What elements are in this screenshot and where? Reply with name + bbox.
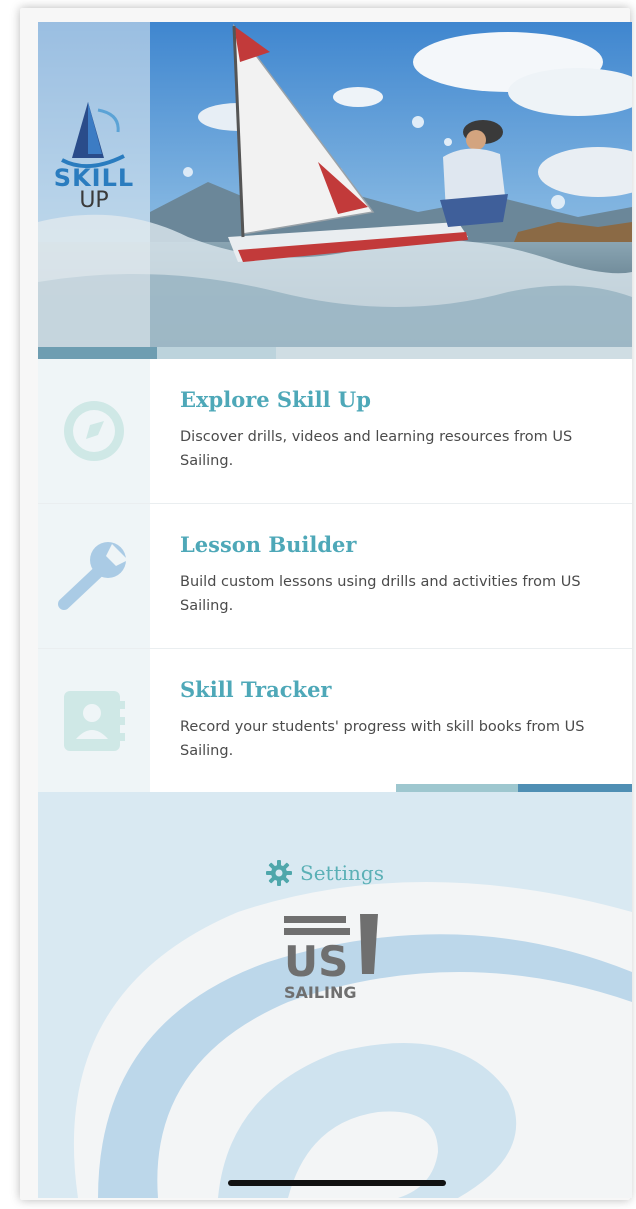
logo-text-up: UP bbox=[79, 188, 109, 213]
settings-label: Settings bbox=[300, 861, 384, 885]
bottom-panel: Settings US SAILING bbox=[38, 792, 632, 1198]
carousel-progress-secondary bbox=[157, 347, 276, 359]
menu-item-lesson-builder[interactable]: Lesson Builder Build custom lessons usin… bbox=[38, 504, 632, 649]
menu-item-explore-skill-up[interactable]: Explore Skill Up Discover drills, videos… bbox=[38, 359, 632, 504]
hero-banner: SKILL UP bbox=[38, 22, 632, 347]
carousel-progress-fill bbox=[38, 347, 157, 359]
home-indicator[interactable] bbox=[228, 1180, 446, 1186]
menu-item-title: Lesson Builder bbox=[180, 532, 357, 557]
logo-panel: SKILL UP bbox=[38, 22, 150, 347]
gear-icon bbox=[266, 860, 292, 886]
us-sailing-logo-us: US bbox=[284, 937, 348, 986]
app-screen: SKILL UP Explore Skill Up Discover drill… bbox=[38, 22, 632, 1198]
wrench-icon bbox=[58, 542, 128, 610]
us-sailing-logo: US SAILING bbox=[284, 914, 378, 1002]
menu-item-description: Build custom lessons using drills and ac… bbox=[180, 574, 581, 614]
menu-icon-column bbox=[38, 359, 150, 503]
main-menu: Explore Skill Up Discover drills, videos… bbox=[38, 359, 632, 794]
settings-button[interactable]: Settings bbox=[266, 860, 384, 886]
menu-item-title: Skill Tracker bbox=[180, 677, 332, 702]
menu-item-title: Explore Skill Up bbox=[180, 387, 371, 412]
skill-up-logo-icon bbox=[61, 102, 125, 169]
menu-icon-column bbox=[38, 504, 150, 648]
menu-item-description: Record your students' progress with skil… bbox=[180, 719, 585, 759]
compass-icon bbox=[64, 401, 124, 461]
menu-icon-column bbox=[38, 649, 150, 793]
menu-item-description: Discover drills, videos and learning res… bbox=[180, 429, 573, 469]
carousel-progress-bar bbox=[38, 347, 632, 359]
menu-item-skill-tracker[interactable]: Skill Tracker Record your students' prog… bbox=[38, 649, 632, 794]
contact-book-icon bbox=[64, 691, 125, 751]
us-sailing-logo-sailing: SAILING bbox=[284, 983, 357, 1002]
